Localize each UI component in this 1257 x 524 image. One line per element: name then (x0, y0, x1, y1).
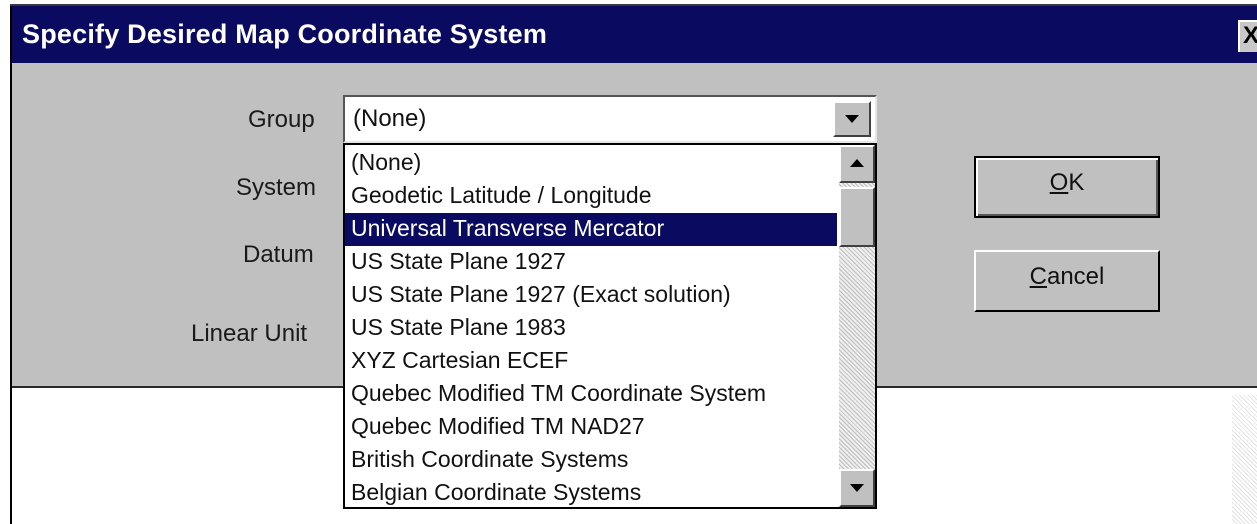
cancel-button-label: Cancel (1030, 263, 1105, 291)
group-dropdown-button[interactable] (833, 101, 871, 137)
window-title: Specify Desired Map Coordinate System (22, 19, 548, 49)
dropdown-item[interactable]: US State Plane 1927 (345, 246, 837, 279)
close-icon: X (1243, 22, 1257, 50)
group-dropdown-list[interactable]: (None) Geodetic Latitude / Longitude Unive… (343, 143, 877, 509)
dropdown-scrollbar[interactable] (839, 145, 875, 507)
chevron-down-icon (845, 115, 859, 123)
ok-label-rest: K (1068, 169, 1085, 196)
dropdown-item[interactable]: Belgian Coordinate Systems (345, 477, 837, 507)
scroll-down-button[interactable] (839, 469, 875, 507)
screen: Specify Desired Map Coordinate System X … (0, 0, 1257, 524)
dropdown-item[interactable]: Geodetic Latitude / Longitude (345, 180, 837, 213)
ok-mnemonic: O (1049, 169, 1069, 196)
linear-unit-label: Linear Unit (191, 320, 308, 347)
arrow-down-icon (850, 484, 864, 492)
dropdown-item[interactable]: Universal Transverse Mercator (345, 213, 837, 246)
scroll-thumb[interactable] (839, 187, 875, 247)
dropdown-item[interactable]: US State Plane 1927 (Exact solution) (345, 279, 837, 312)
background-stipple (1232, 395, 1257, 524)
group-combo-value: (None) (353, 105, 427, 132)
dropdown-item[interactable]: XYZ Cartesian ECEF (345, 345, 837, 378)
ok-button[interactable]: OK (974, 156, 1160, 218)
dropdown-item[interactable]: US State Plane 1983 (345, 312, 837, 345)
cancel-button[interactable]: Cancel (974, 250, 1160, 312)
system-label: System (236, 174, 317, 201)
scroll-up-button[interactable] (839, 145, 875, 183)
datum-label: Datum (243, 241, 314, 268)
arrow-up-icon (850, 159, 864, 167)
ok-button-label: OK (1050, 169, 1085, 197)
group-label: Group (248, 106, 315, 133)
dropdown-item[interactable]: Quebec Modified TM NAD27 (345, 411, 837, 444)
cancel-mnemonic: C (1029, 263, 1047, 290)
group-combo-box[interactable]: (None) (343, 95, 877, 143)
cancel-label-rest: ancel (1046, 263, 1105, 290)
dropdown-items: (None) Geodetic Latitude / Longitude Unive… (345, 145, 839, 507)
title-bar[interactable]: Specify Desired Map Coordinate System (12, 6, 1257, 63)
dropdown-item[interactable]: Quebec Modified TM Coordinate System (345, 378, 837, 411)
dropdown-item[interactable]: (None) (345, 147, 837, 180)
dropdown-item[interactable]: British Coordinate Systems (345, 444, 837, 477)
close-button[interactable]: X (1238, 20, 1257, 52)
